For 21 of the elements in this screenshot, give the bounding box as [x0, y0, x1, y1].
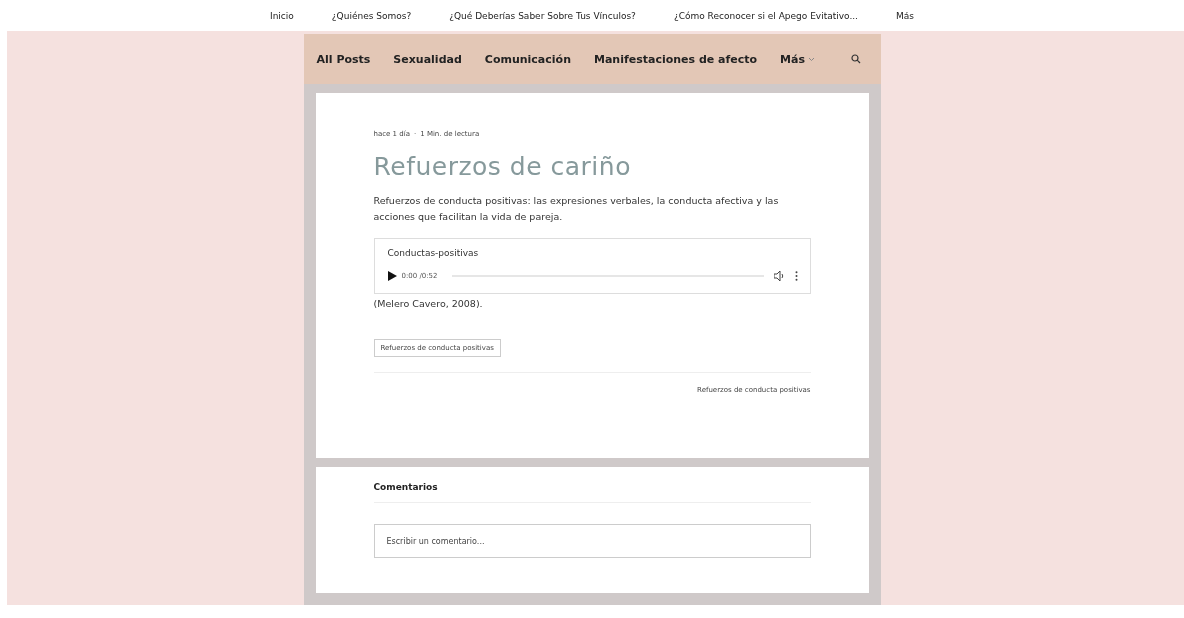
- comments-heading: Comentarios: [373, 482, 811, 503]
- nav-link[interactable]: ¿Quiénes Somos?: [331, 10, 412, 21]
- comment-input[interactable]: Escribir un comentario...: [373, 524, 811, 558]
- category-link[interactable]: All Posts: [316, 52, 371, 66]
- caret-icon: [808, 56, 816, 62]
- category-link[interactable]: Sexualidad: [393, 52, 462, 66]
- citation-text: (Melero Cavero, 2008).: [373, 298, 484, 309]
- audio-title: Conductas-positivas: [387, 248, 480, 258]
- nav-link[interactable]: Más: [896, 10, 914, 21]
- nav-link[interactable]: ¿Qué Deberías Saber Sobre Tus Vínculos?: [449, 10, 636, 21]
- play-icon[interactable]: [387, 271, 397, 281]
- search-icon[interactable]: [850, 54, 861, 64]
- volume-icon[interactable]: [773, 271, 785, 281]
- category-dropdown[interactable]: Más: [780, 52, 816, 66]
- category-link[interactable]: Manifestaciones de afecto: [593, 52, 758, 66]
- category-link[interactable]: Comunicación: [484, 52, 571, 66]
- nav-link[interactable]: Inicio: [270, 10, 294, 21]
- nav-link[interactable]: ¿Cómo Reconocer si el Apego Evitativo...: [673, 10, 858, 21]
- more-options-icon[interactable]: [794, 271, 798, 281]
- post-title: Refuerzos de cariño: [373, 152, 632, 181]
- post-paragraph: Refuerzos de conducta positivas: las expresiones verbales, la conducta afectiva y las acciones que facilitan la vida de pareja.: [373, 194, 780, 224]
